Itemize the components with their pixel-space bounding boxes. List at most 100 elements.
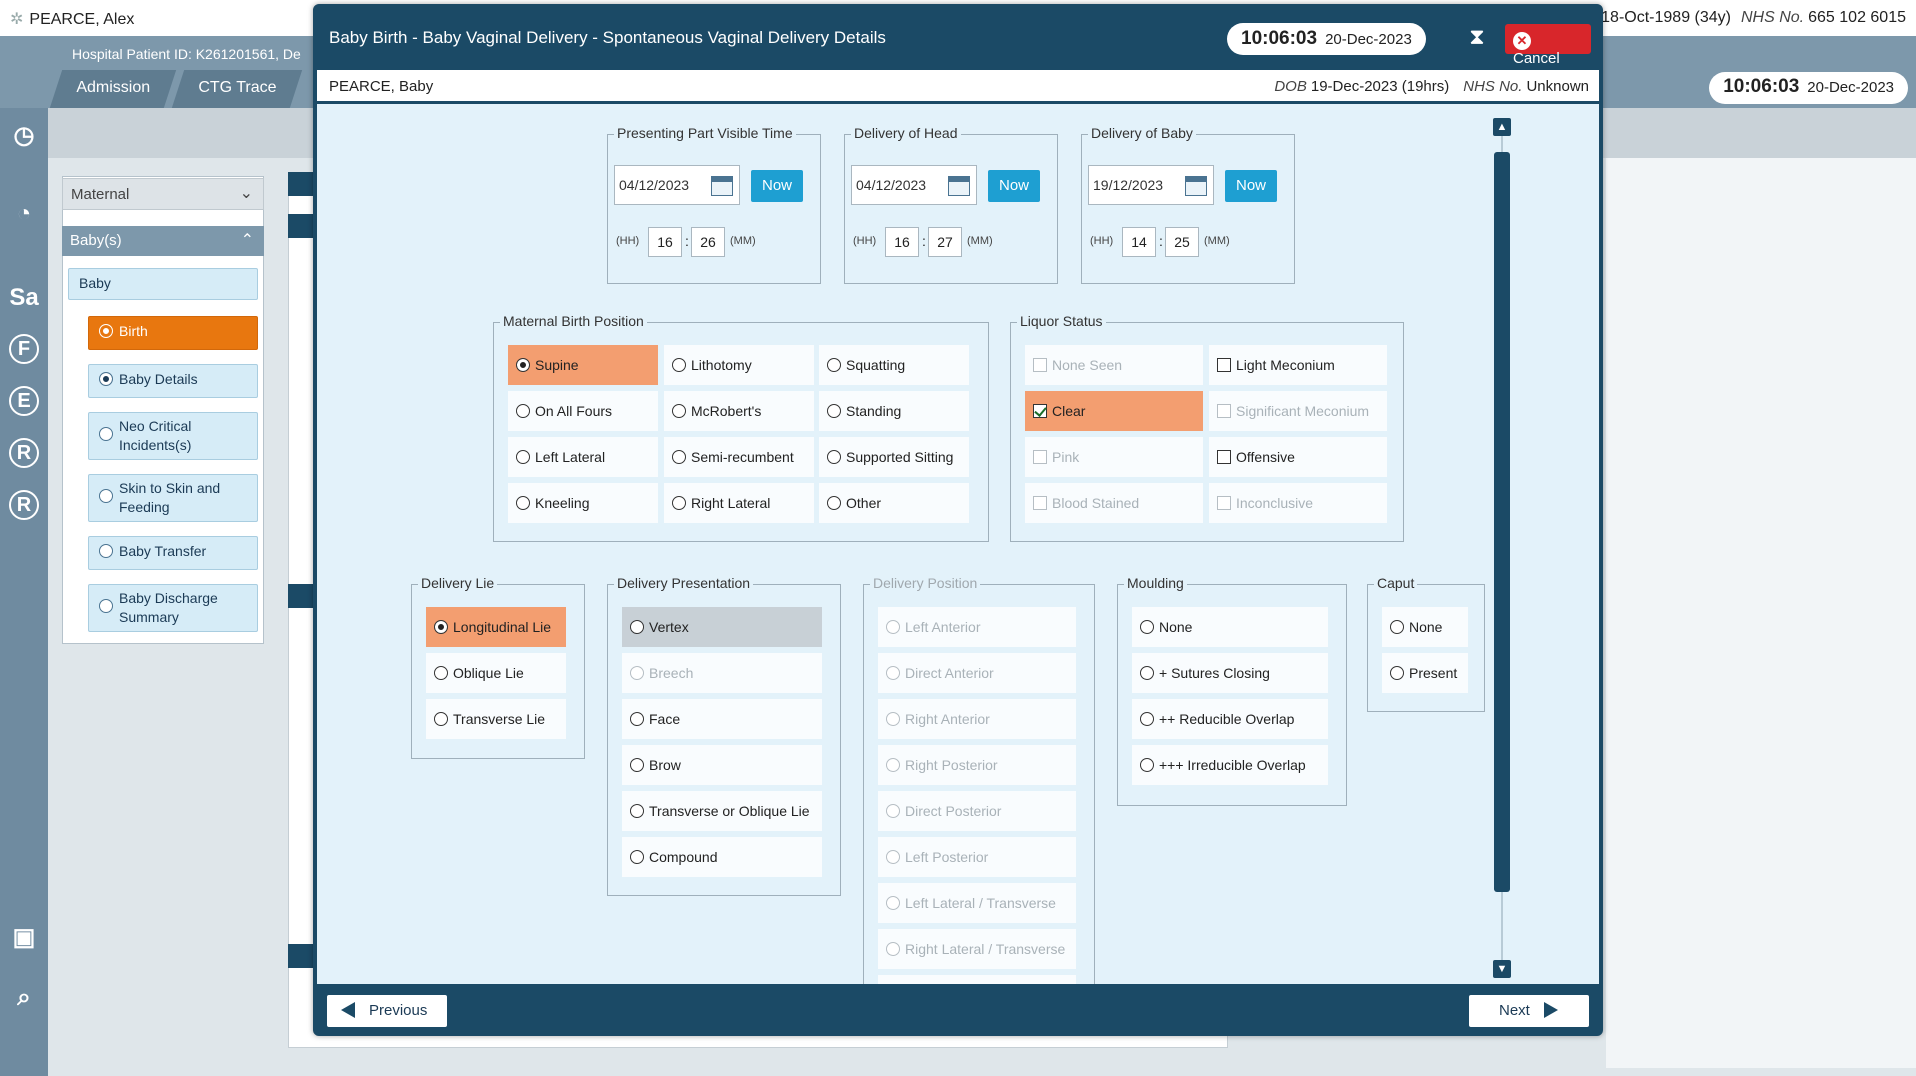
nav-item-neo-critical[interactable]: Neo Critical Incidents(s) [88, 412, 258, 460]
liquor-light-meconium[interactable]: Light Meconium [1209, 345, 1387, 385]
babies-dropdown[interactable]: Baby(s) ⌃ [62, 226, 264, 256]
mm-label: (MM) [967, 235, 993, 247]
cancel-button[interactable]: ✕Cancel [1505, 24, 1591, 67]
patient-name: ✲ PEARCE, Alex [10, 11, 135, 28]
delivery-baby-hh-input[interactable]: 14 [1122, 227, 1156, 257]
position-right-lateral[interactable]: Right Lateral [664, 483, 814, 523]
nav-item-skin-to-skin[interactable]: Skin to Skin and Feeding [88, 474, 258, 522]
moulding-irreducible-overlap[interactable]: +++ Irreducible Overlap [1132, 745, 1328, 785]
filter-icon[interactable]: ⧗ [1465, 24, 1489, 52]
position-left-lateral-transverse: Left Lateral / Transverse [878, 883, 1076, 923]
moulding-reducible-overlap[interactable]: ++ Reducible Overlap [1132, 699, 1328, 739]
bg-strip [288, 214, 316, 238]
clock-icon[interactable]: ◷ [6, 118, 42, 154]
patient-info: 18-Oct-1989 (34y) NHS No. 665 102 6015 [1601, 9, 1906, 26]
liquor-offensive[interactable]: Offensive [1209, 437, 1387, 477]
position-lithotomy[interactable]: Lithotomy [664, 345, 814, 385]
lie-longitudinal[interactable]: Longitudinal Lie [426, 607, 566, 647]
colon: : [922, 233, 926, 249]
nav-item-birth[interactable]: Birth [88, 316, 258, 350]
position-left-anterior: Left Anterior [878, 607, 1076, 647]
tab-ctg-trace[interactable]: CTG Trace [171, 70, 303, 108]
mm-label: (MM) [730, 235, 756, 247]
star-icon: ✲ [10, 11, 24, 28]
moulding-none[interactable]: None [1132, 607, 1328, 647]
colon: : [685, 233, 689, 249]
position-direct-anterior: Direct Anterior [878, 653, 1076, 693]
scroll-down-icon[interactable]: ▼ [1493, 960, 1511, 978]
nav-item-discharge-summary[interactable]: Baby Discharge Summary [88, 584, 258, 632]
position-right-posterior: Right Posterior [878, 745, 1076, 785]
position-other[interactable]: Other [819, 483, 969, 523]
scrollbar-thumb[interactable] [1494, 152, 1510, 892]
tab-admission[interactable]: Admission [49, 70, 176, 108]
calendar-icon[interactable] [1185, 176, 1207, 196]
position-semi-recumbent[interactable]: Semi-recumbent [664, 437, 814, 477]
delivery-head-now-button[interactable]: Now [988, 170, 1040, 202]
presentation-transverse-oblique[interactable]: Transverse or Oblique Lie [622, 791, 822, 831]
delivery-head-date-input[interactable]: 04/12/2023 [851, 165, 977, 205]
delivery-baby-now-button[interactable]: Now [1225, 170, 1277, 202]
sidebar-f[interactable]: F [9, 334, 39, 364]
sidebar-e[interactable]: E [9, 386, 39, 416]
caput-present[interactable]: Present [1382, 653, 1468, 693]
liquor-status-group: Liquor Status None Seen Light Meconium C… [1010, 313, 1404, 542]
position-right-lateral-transverse: Right Lateral / Transverse [878, 929, 1076, 969]
liquor-blood-stained: Blood Stained [1025, 483, 1203, 523]
presentation-vertex[interactable]: Vertex [622, 607, 822, 647]
close-icon: ✕ [1513, 32, 1531, 50]
delivery-head-mm-input[interactable]: 27 [928, 227, 962, 257]
modal-title: Baby Birth - Baby Vaginal Delivery - Spo… [329, 28, 886, 47]
next-button[interactable]: Next [1469, 995, 1589, 1027]
delivery-presentation-group: Delivery Presentation Vertex Breech Face… [607, 575, 841, 896]
position-on-all-fours[interactable]: On All Fours [508, 391, 658, 431]
presenting-part-group: Presenting Part Visible Time 04/12/2023 … [607, 125, 821, 284]
position-mcroberts[interactable]: McRobert's [664, 391, 814, 431]
moulding-sutures-closing[interactable]: + Sutures Closing [1132, 653, 1328, 693]
nav-item-baby-details[interactable]: Baby Details [88, 364, 258, 398]
presenting-part-hh-input[interactable]: 16 [648, 227, 682, 257]
presentation-compound[interactable]: Compound [622, 837, 822, 877]
delivery-head-hh-input[interactable]: 16 [885, 227, 919, 257]
bg-strip [288, 172, 316, 196]
delivery-baby-mm-input[interactable]: 25 [1165, 227, 1199, 257]
position-kneeling[interactable]: Kneeling [508, 483, 658, 523]
presentation-face[interactable]: Face [622, 699, 822, 739]
delivery-baby-date-input[interactable]: 19/12/2023 [1088, 165, 1214, 205]
scroll-up-icon[interactable]: ▲ [1493, 118, 1511, 136]
previous-button[interactable]: Previous [327, 995, 447, 1027]
presentation-icon[interactable]: ▣ [6, 920, 42, 956]
nav-item-baby-transfer[interactable]: Baby Transfer [88, 536, 258, 570]
sidebar-r1[interactable]: R [9, 438, 39, 468]
search-icon[interactable]: ⌕ [6, 980, 42, 1016]
modal-header: Baby Birth - Baby Vaginal Delivery - Spo… [317, 8, 1599, 70]
hh-label: (HH) [853, 235, 877, 247]
sidebar-sa[interactable]: Sa [6, 280, 42, 316]
position-supported-sitting[interactable]: Supported Sitting [819, 437, 969, 477]
modal-footer: Previous Next [317, 984, 1599, 1032]
delivery-position-group: Delivery Position Left Anterior Direct A… [863, 575, 1095, 984]
presentation-brow[interactable]: Brow [622, 745, 822, 785]
presenting-part-mm-input[interactable]: 26 [691, 227, 725, 257]
position-supine[interactable]: Supine [508, 345, 658, 385]
delivery-of-baby-group: Delivery of Baby 19/12/2023 Now (HH) 14 … [1081, 125, 1295, 284]
presentation-breech: Breech [622, 653, 822, 693]
presenting-part-date-input[interactable]: 04/12/2023 [614, 165, 740, 205]
caput-none[interactable]: None [1382, 607, 1468, 647]
maternal-dropdown[interactable]: Maternal ⌄ [62, 178, 264, 210]
calendar-icon[interactable] [711, 176, 733, 196]
presenting-part-now-button[interactable]: Now [751, 170, 803, 202]
position-standing[interactable]: Standing [819, 391, 969, 431]
gauge-icon[interactable]: ◔ [6, 196, 42, 232]
liquor-significant-meconium: Significant Meconium [1209, 391, 1387, 431]
sidebar-r2[interactable]: R [9, 490, 39, 520]
nav-baby-header[interactable]: Baby [68, 268, 258, 300]
hospital-id: Hospital Patient ID: K261201561, De [72, 46, 301, 62]
liquor-inconclusive: Inconclusive [1209, 483, 1387, 523]
calendar-icon[interactable] [948, 176, 970, 196]
liquor-clear[interactable]: Clear [1025, 391, 1203, 431]
position-squatting[interactable]: Squatting [819, 345, 969, 385]
lie-oblique[interactable]: Oblique Lie [426, 653, 566, 693]
lie-transverse[interactable]: Transverse Lie [426, 699, 566, 739]
position-left-lateral[interactable]: Left Lateral [508, 437, 658, 477]
